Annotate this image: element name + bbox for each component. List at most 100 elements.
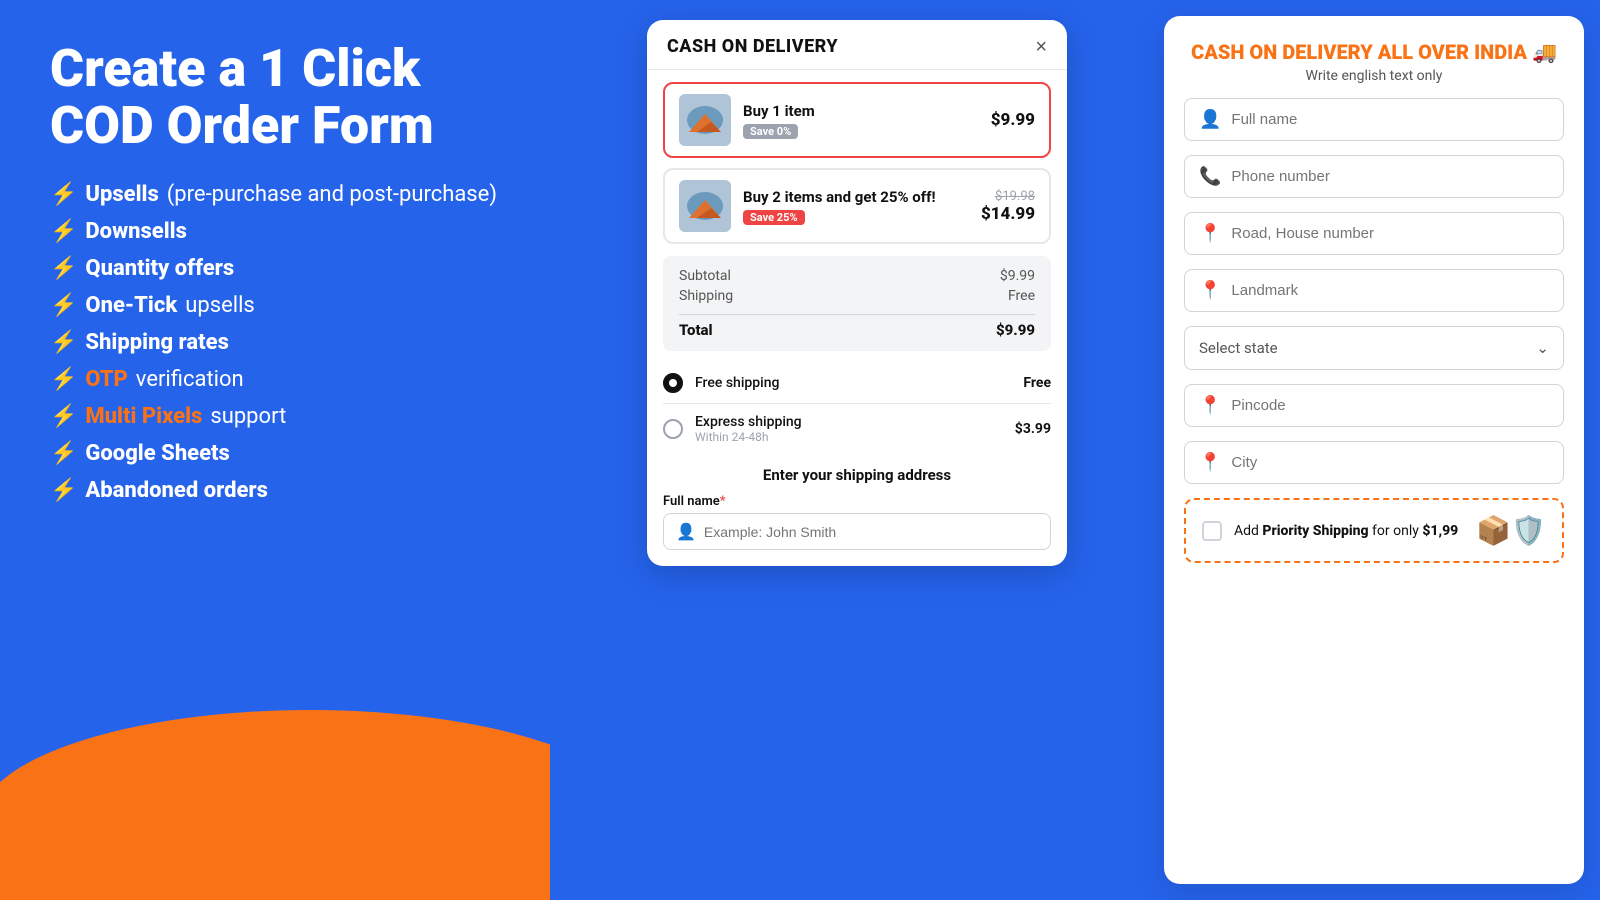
priority-checkbox[interactable]	[1202, 521, 1222, 541]
city-input[interactable]	[1231, 454, 1549, 471]
right-title: CASH ON DELIVERY ALL OVER INDIA 🚚	[1184, 40, 1564, 64]
feature-sub: (pre-purchase and post-purchase)	[167, 182, 497, 207]
feature-otp: ⚡ OTP verification	[50, 367, 510, 392]
state-select[interactable]: Select state ⌄	[1184, 326, 1564, 370]
cod-modal: CASH ON DELIVERY × Buy 1 item Save 0%	[647, 20, 1067, 566]
feature-onetick: ⚡ One-Tick upsells	[50, 293, 510, 318]
price-original-2: $19.98	[981, 189, 1035, 204]
shipping-row: Shipping Free	[679, 288, 1035, 304]
package-icon: 📦🛡️	[1476, 514, 1546, 547]
total-label: Total	[679, 321, 713, 339]
feature-shipping: ⚡ Shipping rates	[50, 330, 510, 355]
phone-icon: 📞	[1199, 166, 1221, 187]
feature-sheets: ⚡ Google Sheets	[50, 441, 510, 466]
shipping-value: Free	[1008, 288, 1035, 304]
shipping-express-label: Express shipping Within 24-48h	[695, 414, 1003, 444]
shipping-free[interactable]: Free shipping Free	[663, 363, 1051, 404]
middle-panel: CASH ON DELIVERY × Buy 1 item Save 0%	[550, 0, 1164, 900]
fullname-label: Full name*	[663, 494, 1051, 509]
fullname-input-row[interactable]: 👤	[663, 513, 1051, 550]
person-icon: 👤	[676, 522, 696, 541]
product-name-1: Buy 1 item	[743, 102, 979, 120]
feature-label: Multi Pixels	[85, 404, 202, 429]
priority-shipping-box[interactable]: Add Priority Shipping for only $1,99 📦🛡️	[1184, 498, 1564, 563]
main-title: Create a 1 Click COD Order Form	[50, 40, 510, 154]
pincode-input[interactable]	[1231, 397, 1549, 414]
feature-abandoned: ⚡ Abandoned orders	[50, 478, 510, 503]
product-option-2[interactable]: Buy 2 items and get 25% off! Save 25% $1…	[663, 168, 1051, 244]
bolt-icon: ⚡	[50, 256, 77, 281]
product-image-1	[679, 94, 731, 146]
person-icon: 👤	[1199, 109, 1221, 130]
bolt-icon: ⚡	[50, 293, 77, 318]
feature-sub: upsells	[185, 293, 255, 318]
save-badge-1: Save 0%	[743, 124, 798, 139]
subtotal-label: Subtotal	[679, 268, 731, 284]
product-name-2: Buy 2 items and get 25% off!	[743, 188, 969, 206]
feature-label: Upsells	[85, 182, 158, 207]
phone-field[interactable]: 📞	[1184, 155, 1564, 198]
landmark-field[interactable]: 📍	[1184, 269, 1564, 312]
priority-price: $1,99	[1422, 523, 1458, 539]
feature-label: Shipping rates	[85, 330, 228, 355]
product-price-2: $19.98 $14.99	[981, 189, 1035, 224]
shipping-express-name: Express shipping	[695, 414, 1003, 430]
feature-quantity: ⚡ Quantity offers	[50, 256, 510, 281]
subtotal-row: Subtotal $9.99	[679, 268, 1035, 284]
bolt-icon: ⚡	[50, 219, 77, 244]
total-row: Total $9.99	[679, 314, 1035, 339]
fullname-field[interactable]: 👤	[1184, 98, 1564, 141]
shipping-free-label: Free shipping	[695, 375, 1011, 391]
address-title: Enter your shipping address	[663, 466, 1051, 484]
product-price-1: $9.99	[991, 110, 1035, 130]
feature-upsells: ⚡ Upsells (pre-purchase and post-purchas…	[50, 182, 510, 207]
shipping-free-name: Free shipping	[695, 375, 1011, 391]
price-main-1: $9.99	[991, 110, 1035, 130]
feature-label: OTP	[85, 367, 127, 392]
product-option-1[interactable]: Buy 1 item Save 0% $9.99	[663, 82, 1051, 158]
pincode-field[interactable]: 📍	[1184, 384, 1564, 427]
road-field[interactable]: 📍	[1184, 212, 1564, 255]
shipping-express-price: $3.99	[1015, 421, 1051, 437]
subtotal-value: $9.99	[1000, 268, 1035, 284]
modal-header: CASH ON DELIVERY ×	[647, 20, 1067, 70]
bolt-icon: ⚡	[50, 441, 77, 466]
priority-text: Add Priority Shipping for only $1,99	[1234, 523, 1464, 539]
product-image-2	[679, 180, 731, 232]
feature-label: Google Sheets	[85, 441, 229, 466]
right-header: CASH ON DELIVERY ALL OVER INDIA 🚚 Write …	[1184, 40, 1564, 84]
product-info-2: Buy 2 items and get 25% off! Save 25%	[743, 188, 969, 225]
fullname-input[interactable]	[704, 524, 1038, 540]
radio-free	[663, 373, 683, 393]
bolt-icon: ⚡	[50, 182, 77, 207]
save-badge-2: Save 25%	[743, 210, 805, 225]
left-panel: Create a 1 Click COD Order Form ⚡ Upsell…	[0, 0, 550, 900]
bolt-icon: ⚡	[50, 478, 77, 503]
feature-pixels: ⚡ Multi Pixels support	[50, 404, 510, 429]
modal-title: CASH ON DELIVERY	[667, 36, 838, 57]
product-info-1: Buy 1 item Save 0%	[743, 102, 979, 139]
bolt-icon: ⚡	[50, 367, 77, 392]
close-button[interactable]: ×	[1035, 37, 1047, 57]
price-main-2: $14.99	[981, 204, 1035, 224]
right-panel: CASH ON DELIVERY ALL OVER INDIA 🚚 Write …	[1164, 16, 1584, 884]
city-field[interactable]: 📍	[1184, 441, 1564, 484]
address-section: Enter your shipping address Full name* 👤	[647, 454, 1067, 550]
right-sub: Write english text only	[1184, 68, 1564, 84]
road-input[interactable]	[1231, 225, 1549, 242]
shipping-express[interactable]: Express shipping Within 24-48h $3.99	[663, 404, 1051, 454]
priority-bold: Priority Shipping	[1262, 523, 1368, 539]
fullname-input[interactable]	[1231, 111, 1549, 128]
feature-sub: support	[210, 404, 286, 429]
chevron-down-icon: ⌄	[1536, 339, 1549, 357]
total-value: $9.99	[996, 321, 1035, 339]
location-icon: 📍	[1199, 280, 1221, 301]
bolt-icon: ⚡	[50, 330, 77, 355]
location-icon: 📍	[1199, 395, 1221, 416]
shipping-options: Free shipping Free Express shipping With…	[647, 351, 1067, 454]
feature-sub: verification	[136, 367, 244, 392]
landmark-input[interactable]	[1231, 282, 1549, 299]
bolt-icon: ⚡	[50, 404, 77, 429]
shipping-express-sub: Within 24-48h	[695, 430, 1003, 444]
phone-input[interactable]	[1231, 168, 1549, 185]
